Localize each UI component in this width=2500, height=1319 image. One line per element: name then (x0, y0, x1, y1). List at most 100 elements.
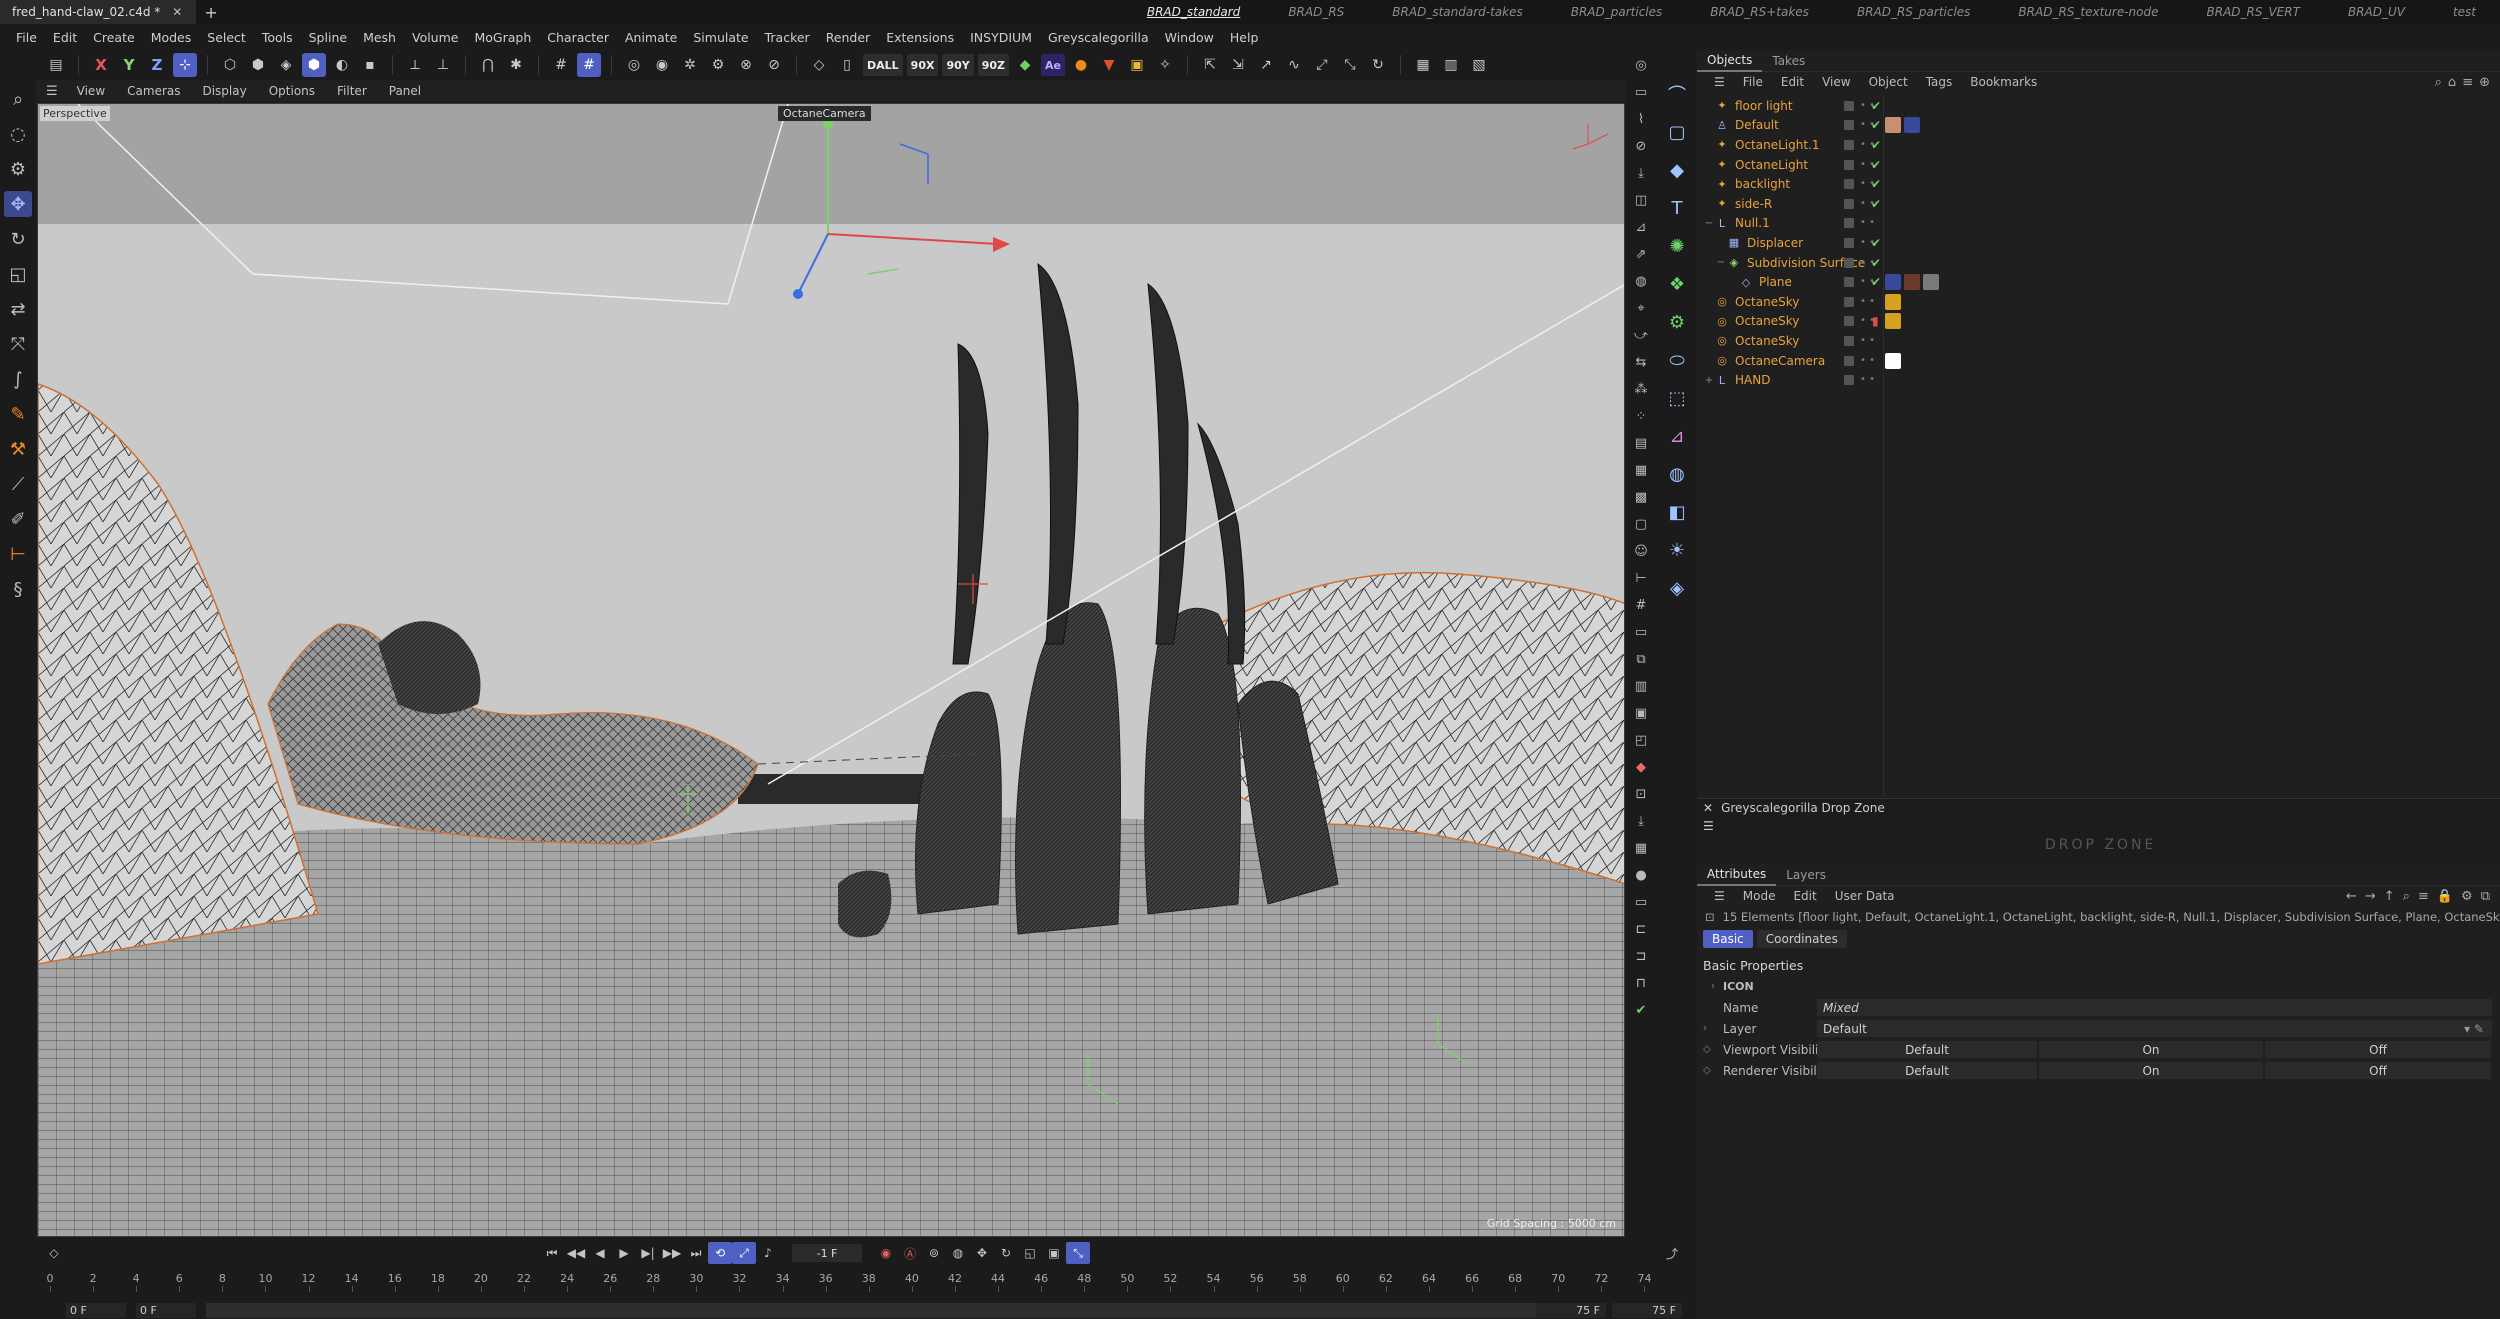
film-icon[interactable]: ▥ (1630, 675, 1652, 697)
menu-window[interactable]: Window (1157, 30, 1222, 45)
object-row-octanesky[interactable]: ◎ OctaneSky • • ▮ (1697, 312, 2500, 332)
render-plugin-icon[interactable]: ▼ (1097, 53, 1121, 77)
tab-attributes[interactable]: Attributes (1697, 864, 1777, 886)
snap-tool-icon[interactable]: ⤧ (4, 331, 32, 357)
object-row-side-r[interactable]: ✦ side-R • • ✔ (1697, 194, 2500, 214)
enabled-check-icon[interactable]: ✔ (1871, 275, 1881, 289)
hide-icon[interactable]: ⊘ (1630, 135, 1652, 157)
menu-file[interactable]: File (8, 30, 45, 45)
enabled-check-icon[interactable]: ✔ (1871, 236, 1881, 250)
attribute-menu-mode[interactable]: Mode (1734, 889, 1785, 903)
previous-frame-icon[interactable]: ◀ (588, 1242, 612, 1264)
icon-group-row[interactable]: › ICON (1697, 976, 2500, 997)
polygons-mode-icon[interactable]: ◈ (274, 53, 298, 77)
rotation-key-icon[interactable]: ↻ (994, 1242, 1018, 1264)
layer-color-swatch[interactable] (1844, 100, 1854, 111)
layer-color-swatch[interactable] (1844, 316, 1854, 327)
viewport-visibility-off[interactable]: Off (2265, 1041, 2491, 1058)
scale-key-icon[interactable]: ◱ (1018, 1242, 1042, 1264)
object-row-octanesky[interactable]: ◎ OctaneSky • • (1697, 292, 2500, 312)
magnet-icon[interactable]: § (4, 576, 32, 602)
align-icon[interactable]: ⊿ (1630, 216, 1652, 238)
target-icon[interactable]: ◰ (1630, 729, 1652, 751)
viewport-visibility-default[interactable]: Default (1817, 1041, 2037, 1058)
layers-icon[interactable]: ▭ (1630, 81, 1652, 103)
transform-icon[interactable]: ⇱ (1198, 53, 1222, 77)
layout-tab-brad-rs-vert[interactable]: BRAD_RS_VERT (2183, 5, 2324, 19)
import-icon[interactable]: ⤓ (1630, 162, 1652, 184)
cloner-icon[interactable]: ❖ (1663, 270, 1691, 298)
object-row-displacer[interactable]: ▦ Displacer • • ✔ (1697, 233, 2500, 253)
layout-tab-brad-rs-particles[interactable]: BRAD_RS_particles (1833, 5, 1994, 19)
go-to-end-icon[interactable]: ⏭ (684, 1242, 708, 1264)
mirror-icon[interactable]: ◫ (1630, 189, 1652, 211)
record-icon[interactable]: ◉ (874, 1242, 898, 1264)
snap-point-icon[interactable]: ⊡ (1630, 783, 1652, 805)
hash-icon[interactable]: # (1630, 594, 1652, 616)
range-slider[interactable] (206, 1303, 1536, 1318)
menu-tools[interactable]: Tools (254, 30, 301, 45)
viewport-menu-options[interactable]: Options (258, 84, 326, 98)
square-object-icon[interactable]: ▢ (1663, 118, 1691, 146)
knife-icon[interactable]: ⚒ (4, 436, 32, 462)
solo-icon[interactable]: ◎ (622, 53, 646, 77)
texture-view-icon[interactable]: ▩ (1630, 486, 1652, 508)
viewport-menu-filter[interactable]: Filter (326, 84, 378, 98)
material-tag-icon[interactable] (1885, 293, 1901, 310)
menu-help[interactable]: Help (1222, 30, 1267, 45)
viewport-menu-panel[interactable]: Panel (378, 84, 432, 98)
layout-tab-brad-rs[interactable]: BRAD_RS (1264, 5, 1368, 19)
preview-start-field[interactable]: 0 F (136, 1303, 196, 1318)
renderer-visibility-off[interactable]: Off (2265, 1062, 2491, 1079)
chevron-right-icon[interactable]: › (1703, 1023, 1707, 1034)
deformer-icon[interactable]: ⬭ (1663, 346, 1691, 374)
current-frame-field[interactable]: -1 F (792, 1244, 862, 1262)
render-settings-icon[interactable]: ▦ (1411, 53, 1435, 77)
weld-icon[interactable]: ⁂ (1630, 378, 1652, 400)
viewport-menu-view[interactable]: View (66, 84, 116, 98)
document-tab[interactable]: fred_hand-claw_02.c4d * ✕ (0, 0, 197, 24)
axis-z-toggle[interactable]: Z (145, 53, 169, 77)
next-frame-icon[interactable]: ▶| (636, 1242, 660, 1264)
object-menu-object[interactable]: Object (1860, 75, 1917, 89)
tab-layers[interactable]: Layers (1776, 864, 1836, 886)
layer-color-swatch[interactable] (1844, 296, 1854, 307)
visibility-dots[interactable]: • • (1860, 218, 1875, 228)
layer-color-swatch[interactable] (1844, 198, 1854, 209)
object-row-null-1[interactable]: − L Null.1 • • (1697, 214, 2500, 234)
axis-x-toggle[interactable]: X (89, 53, 113, 77)
timeline-ruler[interactable]: 0 2 4 6 8 10 12 14 16 18 20 22 24 26 28 30 32 34 36 38 40 42 4… (47, 1272, 1666, 1292)
folder-icon[interactable]: ▭ (1630, 891, 1652, 913)
object-menu-bookmarks[interactable]: Bookmarks (1961, 75, 2046, 89)
layout-icon[interactable]: ▤ (1630, 432, 1652, 454)
subtab-coordinates[interactable]: Coordinates (1756, 930, 1847, 948)
chevron-right-icon[interactable]: › (1711, 981, 1715, 992)
layout-tab-brad-standard-takes[interactable]: BRAD_standard-takes (1368, 5, 1546, 19)
rotate-90y-button[interactable]: 90Y (942, 54, 974, 76)
globe-icon[interactable]: ◍ (1630, 270, 1652, 292)
settings-gear-icon[interactable]: ⚙ (706, 53, 730, 77)
perspective-viewport[interactable]: Perspective OctaneCamera Grid Spacing : … (37, 103, 1625, 1237)
menu-modes[interactable]: Modes (143, 30, 200, 45)
undo-history-icon[interactable]: ▤ (44, 53, 68, 77)
octane-icon[interactable]: ● (1069, 53, 1093, 77)
layer-color-swatch[interactable] (1844, 277, 1854, 288)
enabled-check-icon[interactable]: ✔ (1871, 158, 1881, 172)
layer-color-swatch[interactable] (1844, 257, 1854, 268)
points-mode-icon[interactable]: ⬡ (218, 53, 242, 77)
expand-toggle-icon[interactable]: − (1703, 218, 1715, 229)
layer-color-swatch[interactable] (1844, 120, 1854, 131)
go-to-start-icon[interactable]: ⏮ (540, 1242, 564, 1264)
snap-settings-icon[interactable]: ✱ (504, 53, 528, 77)
object-row-plane[interactable]: ◇ Plane • • ✔ (1697, 272, 2500, 292)
layer-color-swatch[interactable] (1844, 218, 1854, 229)
layout-tab-test[interactable]: test (2429, 5, 2500, 19)
brush-icon[interactable]: ⟋ (4, 471, 32, 497)
layer-color-swatch[interactable] (1844, 335, 1854, 346)
keyframe-diamond-icon[interactable]: ◇ (42, 1242, 66, 1264)
grid-icon[interactable]: # (549, 53, 573, 77)
compass-icon[interactable]: ◈ (1663, 574, 1691, 602)
menu-edit[interactable]: Edit (45, 30, 85, 45)
menu-render[interactable]: Render (818, 30, 879, 45)
loop-icon[interactable]: ⟲ (708, 1242, 732, 1264)
